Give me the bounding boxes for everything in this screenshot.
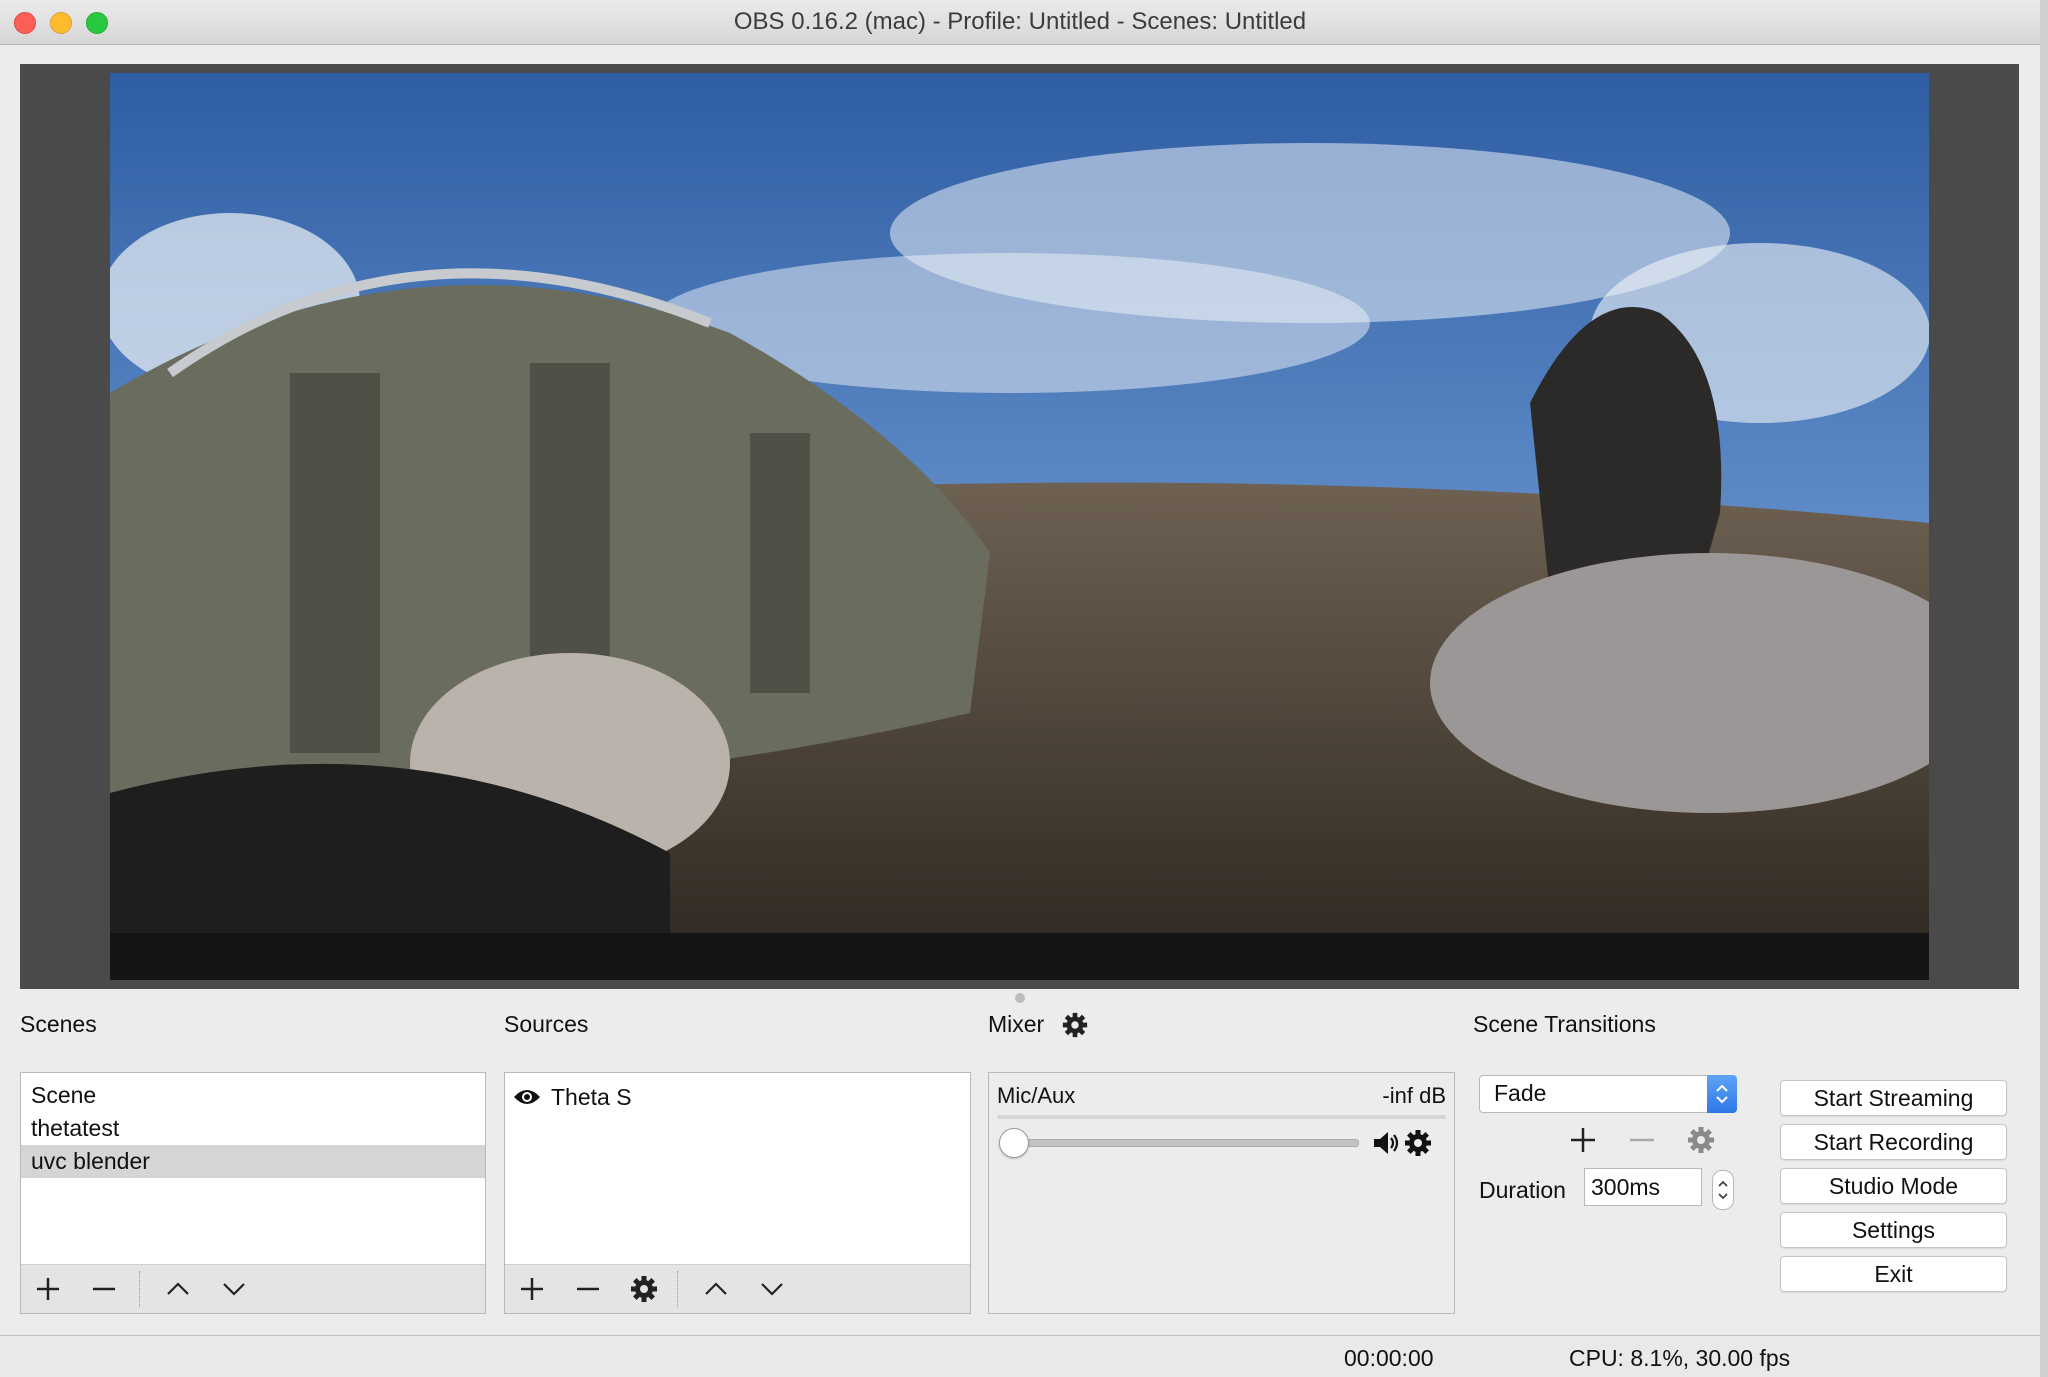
transition-select[interactable]: Fade: [1479, 1075, 1737, 1113]
select-arrows-icon: [1707, 1075, 1737, 1113]
preview-splitter-handle[interactable]: [1015, 993, 1025, 1003]
move-scene-up-button[interactable]: [161, 1273, 195, 1305]
status-cpu: CPU: 8.1%, 30.00 fps: [1569, 1345, 1791, 1371]
volume-slider-track[interactable]: [1017, 1139, 1359, 1147]
plus-icon: [37, 1278, 59, 1300]
scenes-title: Scenes: [20, 1011, 97, 1037]
gear-icon[interactable]: [1061, 1011, 1089, 1039]
desktop-edge: [2040, 0, 2048, 1377]
gear-icon: [631, 1276, 657, 1302]
obs-window: OBS 0.16.2 (mac) - Profile: Untitled - S…: [0, 0, 2040, 1377]
move-source-up-button[interactable]: [699, 1273, 733, 1305]
scenes-list[interactable]: Scene thetatest uvc blender: [21, 1073, 485, 1178]
sources-title: Sources: [504, 1011, 589, 1037]
move-source-down-button[interactable]: [755, 1273, 789, 1305]
title-bar[interactable]: OBS 0.16.2 (mac) - Profile: Untitled - S…: [0, 0, 2040, 45]
status-time: 00:00:00: [1344, 1345, 1434, 1371]
toolbar-separator: [139, 1271, 141, 1307]
stepper-arrows-icon: [1718, 1180, 1728, 1200]
mixer-title: Mixer: [988, 1011, 1045, 1037]
speaker-icon[interactable]: [1371, 1128, 1401, 1158]
studio-mode-button[interactable]: Studio Mode: [1780, 1168, 2007, 1204]
remove-transition-button[interactable]: [1624, 1122, 1660, 1158]
status-bar: 00:00:00 CPU: 8.1%, 30.00 fps: [0, 1335, 2040, 1377]
preview-area[interactable]: [20, 64, 2019, 989]
scenes-toolbar: [21, 1264, 485, 1313]
mixer-panel: Mic/Aux -inf dB: [988, 1072, 1455, 1314]
minus-icon: [1630, 1138, 1654, 1142]
remove-source-button[interactable]: [571, 1273, 605, 1305]
toolbar-separator: [677, 1271, 679, 1307]
plus-icon: [521, 1278, 543, 1300]
start-streaming-button[interactable]: Start Streaming: [1780, 1080, 2007, 1116]
video-frame-image: [110, 73, 1929, 980]
transition-properties-button[interactable]: [1683, 1122, 1719, 1158]
duration-stepper[interactable]: [1712, 1170, 1734, 1210]
source-properties-button[interactable]: [627, 1273, 661, 1305]
add-scene-button[interactable]: [31, 1273, 65, 1305]
volume-meter: [997, 1115, 1446, 1119]
scenes-panel: Scene thetatest uvc blender: [20, 1072, 486, 1314]
duration-label: Duration: [1479, 1177, 1566, 1203]
duration-input[interactable]: [1584, 1168, 1702, 1206]
volume-slider-knob[interactable]: [999, 1128, 1029, 1158]
sources-panel: Theta S: [504, 1072, 971, 1314]
remove-scene-button[interactable]: [87, 1273, 121, 1305]
chevron-down-icon: [223, 1283, 245, 1296]
eye-icon[interactable]: [513, 1087, 541, 1107]
scene-transitions-title: Scene Transitions: [1473, 1011, 1656, 1037]
mixer-channel-level: -inf dB: [1382, 1083, 1446, 1108]
minus-icon: [93, 1287, 115, 1291]
chevron-up-icon: [167, 1282, 189, 1295]
minus-icon: [577, 1287, 599, 1291]
settings-button[interactable]: Settings: [1780, 1212, 2007, 1248]
plus-icon: [1571, 1128, 1595, 1152]
chevron-down-icon: [761, 1283, 783, 1296]
chevron-up-icon: [705, 1282, 727, 1295]
preview-video: [110, 73, 1929, 980]
exit-button[interactable]: Exit: [1780, 1256, 2007, 1292]
transition-select-value: Fade: [1494, 1080, 1547, 1106]
scene-item[interactable]: thetatest: [21, 1112, 485, 1145]
add-transition-button[interactable]: [1565, 1122, 1601, 1158]
window-title: OBS 0.16.2 (mac) - Profile: Untitled - S…: [733, 8, 1307, 35]
scene-item[interactable]: Scene: [21, 1079, 485, 1112]
mixer-channel-name: Mic/Aux: [997, 1083, 1076, 1108]
sources-toolbar: [505, 1264, 970, 1313]
move-scene-down-button[interactable]: [217, 1273, 251, 1305]
gear-icon: [1688, 1127, 1714, 1153]
add-source-button[interactable]: [515, 1273, 549, 1305]
start-recording-button[interactable]: Start Recording: [1780, 1124, 2007, 1160]
scene-item-selected[interactable]: uvc blender: [21, 1145, 485, 1178]
gear-icon[interactable]: [1403, 1128, 1433, 1158]
source-label: Theta S: [551, 1083, 632, 1110]
source-item[interactable]: Theta S: [505, 1073, 970, 1115]
